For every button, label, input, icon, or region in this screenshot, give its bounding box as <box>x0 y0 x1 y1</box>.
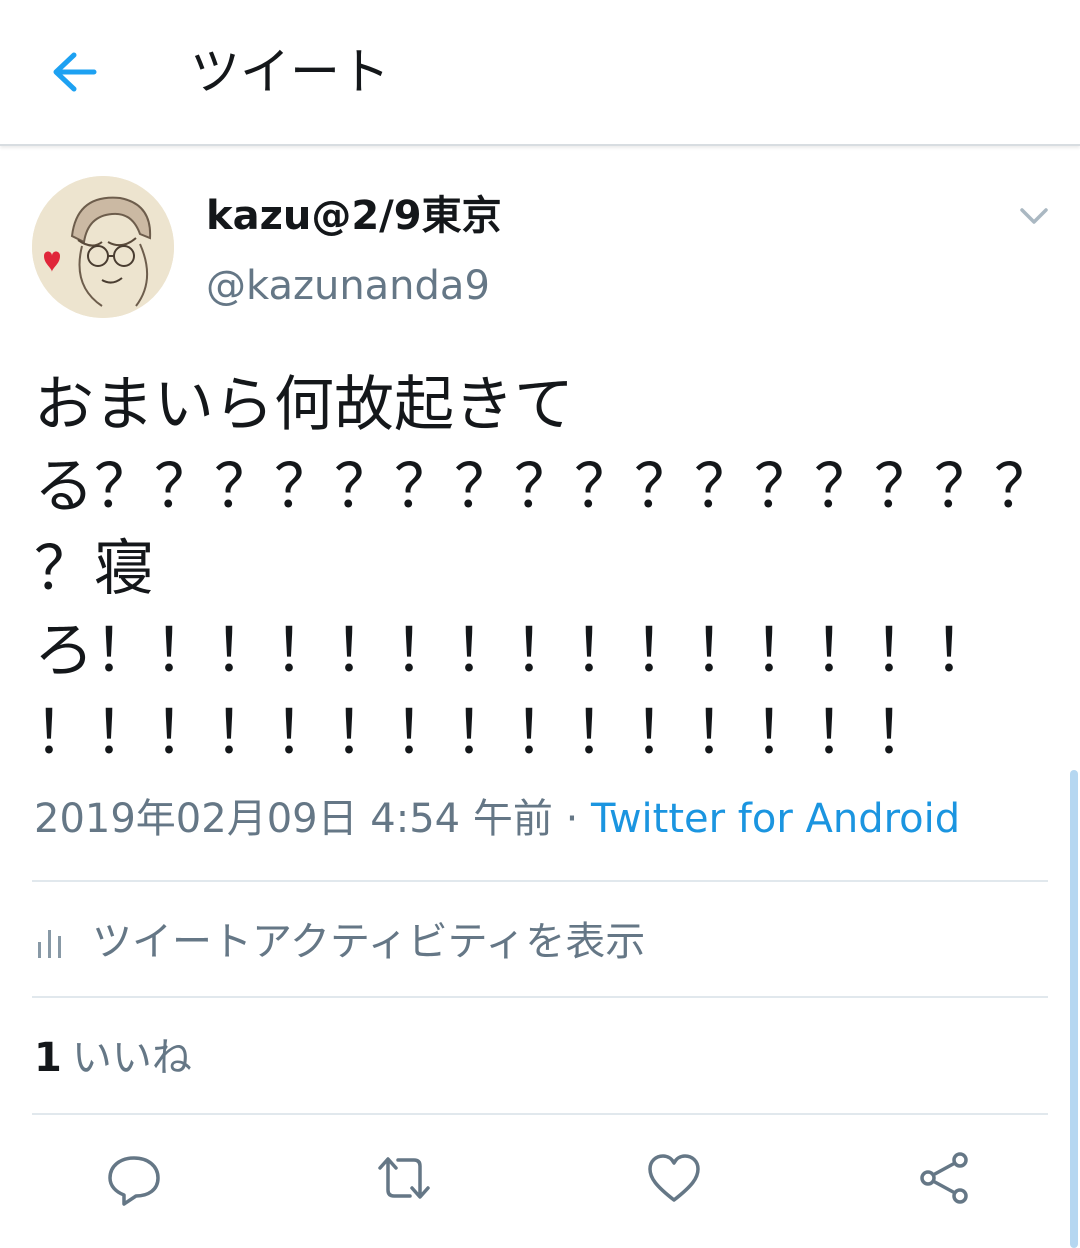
like-button[interactable] <box>644 1150 704 1206</box>
reply-button[interactable] <box>104 1150 164 1206</box>
likes-stat[interactable]: 1 いいね <box>34 1030 192 1086</box>
bar-chart-icon <box>38 930 61 958</box>
avatar[interactable] <box>32 176 174 318</box>
divider <box>32 996 1048 998</box>
chevron-down-icon <box>1020 208 1048 224</box>
tweet-source-link[interactable]: Twitter for Android <box>591 796 960 842</box>
username[interactable]: @kazunanda9 <box>206 260 490 312</box>
tweet-text: おまいら何故起きて る？？？？？？？？？？？？？？？？ ？寝 ろ！！！！！！！！… <box>34 370 1054 768</box>
reply-icon <box>108 1156 160 1206</box>
retweet-button[interactable] <box>374 1150 434 1206</box>
share-icon <box>920 1152 968 1204</box>
divider <box>32 880 1048 882</box>
retweet-icon <box>378 1157 430 1199</box>
tweet-meta: 2019年02月09日 4:54 午前 · Twitter for Androi… <box>34 792 960 846</box>
app-header: ツイート <box>0 0 1080 146</box>
likes-label: いいね <box>71 1035 192 1081</box>
avatar-illustration <box>32 176 174 318</box>
tweet-menu-button[interactable] <box>1014 200 1054 230</box>
display-name[interactable]: kazu@2/9東京 <box>206 190 502 242</box>
likes-count: 1 <box>34 1035 62 1081</box>
scrollbar[interactable] <box>1070 770 1078 1248</box>
share-button[interactable] <box>914 1150 974 1206</box>
meta-separator: · <box>552 796 592 842</box>
tweet-activity-link[interactable]: ツイートアクティビティを表示 <box>34 912 645 972</box>
arrow-left-icon <box>53 52 97 92</box>
activity-label: ツイートアクティビティを表示 <box>92 919 646 965</box>
heart-icon <box>648 1154 700 1202</box>
tweet-timestamp: 2019年02月09日 4:54 午前 <box>34 796 553 842</box>
divider <box>32 1113 1048 1115</box>
back-button[interactable] <box>44 44 104 100</box>
page-title: ツイート <box>190 43 390 101</box>
